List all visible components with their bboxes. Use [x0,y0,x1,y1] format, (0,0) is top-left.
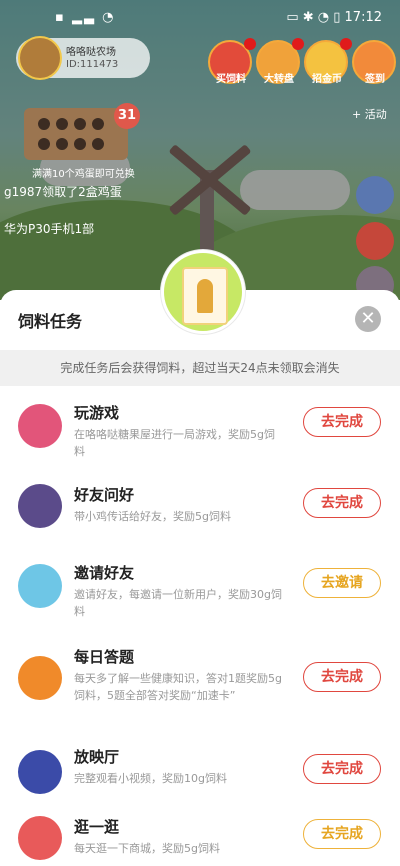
side-button[interactable] [356,176,394,214]
invite-button[interactable]: 去邀请 [303,568,381,598]
task-description: 在咯咯哒糖果屋进行一局游戏，奖励5g饲料 [74,428,275,458]
side-activity-label[interactable]: + 活动 [352,106,387,122]
egg-count-badge: 31 [114,103,140,129]
side-button[interactable] [356,222,394,260]
do-task-button[interactable]: 去完成 [303,488,381,518]
task-notice: 完成任务后会获得饲料，超过当天24点未领取会消失 [0,350,400,386]
feed-badge [161,250,245,334]
egg-slot [74,118,86,130]
button-label: 买饲料 [216,74,246,85]
status-clock: ▭ ✱ ◔ ▯ 17:12 [286,10,382,25]
egg-slot [38,118,50,130]
do-task-button[interactable]: 去完成 [303,407,381,437]
wheel-button[interactable]: 大转盘 [256,38,304,85]
task-description: 每天多了解一些健康知识，答对1题奖励5g饲料，5题全部答对奖励“加速卡” [74,672,282,702]
status-bar: ▪ ▂▃ ◔ ▭ ✱ ◔ ▯ 17:12 [0,10,400,30]
egg-slot [56,118,68,130]
button-label: 签到 [365,74,385,85]
notification-dot [244,38,256,50]
share-icon [18,484,62,528]
task-description: 邀请好友，每邀请一位新用户，奖励30g饲料 [74,588,282,618]
planet-icon [18,816,62,860]
user-name: 咯咯哒农场 [66,47,116,58]
cartoon-girl-icon [18,404,62,448]
task-description: 带小鸡传话给好友，奖励5g饲料 [74,510,231,523]
video-icon [18,750,62,794]
task-description: 每天逛一下商城，奖励5g饲料 [74,842,220,855]
egg-notice: 满满10个鸡蛋即可兑换 [32,169,135,180]
broadcast-text: g1987领取了2盒鸡蛋 [4,185,122,199]
task-title: 玩游戏 [74,404,120,422]
broadcast-text: 华为P30手机1部 [4,222,95,236]
feed-task-sheet: 饲料任务 ✕ 完成任务后会获得饲料，超过当天24点未领取会消失 玩游戏 在咯咯哒… [0,290,400,866]
notification-dot [292,38,304,50]
task-title: 放映厅 [74,748,120,766]
egg-box[interactable] [24,108,128,160]
do-task-button[interactable]: 去完成 [303,819,381,849]
button-label: 大转盘 [264,74,294,85]
task-title: 好友问好 [74,486,135,504]
kids-icon [18,564,62,608]
pencil-icon [18,656,62,700]
egg-slot [38,138,50,150]
task-title: 邀请好友 [74,564,135,582]
avatar [18,36,62,80]
sheet-title: 饲料任务 [18,312,83,331]
egg-slot [92,138,104,150]
user-chip[interactable]: 咯咯哒农场 ID:111473 [16,36,150,80]
task-title: 每日答题 [74,648,135,666]
button-label: 招金币 [312,74,342,85]
egg-slot [74,138,86,150]
task-description: 完整观看小视频，奖励10g饲料 [74,772,227,785]
wheat-icon [197,279,213,313]
buy-feed-button[interactable]: 买饲料 [208,38,256,85]
checkin-button[interactable]: 签到 [352,40,396,85]
gold-button[interactable]: 招金币 [304,38,352,85]
close-icon[interactable]: ✕ [355,306,381,332]
do-task-button[interactable]: 去完成 [303,754,381,784]
egg-slot [92,118,104,130]
notification-dot [340,38,352,50]
paper-icon [182,267,228,325]
egg-slot [56,138,68,150]
do-task-button[interactable]: 去完成 [303,662,381,692]
task-title: 逛一逛 [74,818,120,836]
signal-indicators: ▪ ▂▃ ◔ [55,10,116,25]
user-id: ID:111473 [66,59,119,70]
